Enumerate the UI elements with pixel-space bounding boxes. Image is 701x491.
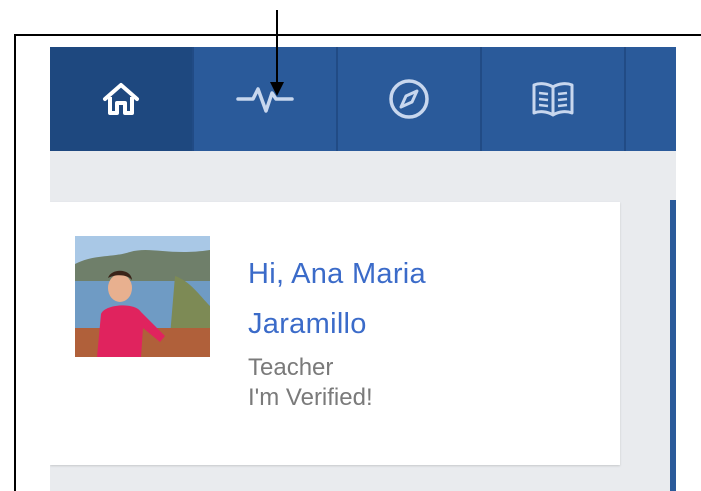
profile-card: Hi, Ana Maria Jaramillo Teacher I'm Veri… — [50, 202, 620, 465]
avatar[interactable] — [75, 236, 210, 357]
top-navbar — [50, 47, 676, 151]
nav-activity[interactable] — [194, 47, 338, 151]
screenshot-stage: Hi, Ana Maria Jaramillo Teacher I'm Veri… — [0, 0, 701, 491]
activity-icon — [236, 87, 294, 113]
profile-info: Hi, Ana Maria Jaramillo Teacher I'm Veri… — [248, 249, 608, 413]
annotation-arrow-head — [270, 82, 284, 96]
app-viewport: Hi, Ana Maria Jaramillo Teacher I'm Veri… — [50, 47, 676, 491]
annotation-arrow-line — [276, 10, 278, 86]
book-icon — [532, 82, 574, 117]
home-icon — [103, 83, 139, 115]
profile-photo — [75, 236, 210, 357]
compass-icon — [389, 79, 429, 119]
nav-library[interactable] — [482, 47, 626, 151]
greeting-line-2[interactable]: Jaramillo — [248, 299, 608, 349]
verified-status: I'm Verified! — [248, 384, 373, 411]
user-role: Teacher — [248, 354, 334, 381]
right-panel-edge — [670, 200, 676, 491]
nav-home[interactable] — [50, 47, 194, 151]
greeting-line-1[interactable]: Hi, Ana Maria — [248, 249, 608, 299]
nav-explore[interactable] — [338, 47, 482, 151]
